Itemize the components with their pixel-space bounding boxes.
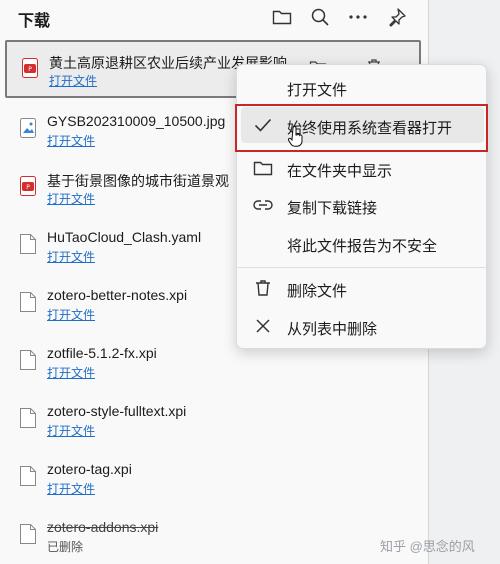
file-icon (20, 466, 36, 486)
link-icon (253, 195, 273, 215)
menu-item-remove-from-list[interactable]: 从列表中删除 (241, 308, 484, 344)
download-item[interactable]: zotero-style-fulltext.xpi 打开文件 (5, 392, 421, 450)
hand-cursor-icon (288, 126, 303, 147)
trash-icon (253, 278, 273, 298)
svg-text:P: P (28, 66, 32, 73)
open-file-link[interactable]: 打开文件 (47, 422, 95, 439)
menu-item-label: 打开文件 (287, 82, 348, 99)
pin-icon[interactable] (386, 6, 408, 28)
file-name: zotero-style-fulltext.xpi (47, 403, 187, 419)
annotation-highlight-box (235, 104, 488, 152)
panel-title: 下载 (18, 13, 51, 30)
file-icon (20, 408, 36, 428)
menu-item-label: 从列表中删除 (287, 321, 378, 338)
download-item[interactable]: zotero-tag.xpi 打开文件 (5, 450, 421, 508)
deleted-status: 已删除 (47, 540, 84, 554)
open-file-link[interactable]: 打开文件 (47, 132, 95, 149)
file-name: zotero-addons.xpi (47, 519, 159, 535)
open-file-link[interactable]: 打开文件 (47, 190, 95, 207)
close-icon (253, 316, 273, 336)
download-item[interactable]: zotero-addons.xpi 已删除 (5, 508, 421, 564)
svg-text:P: P (26, 184, 30, 191)
open-file-link[interactable]: 打开文件 (49, 72, 97, 89)
menu-item-label: 将此文件报告为不安全 (287, 238, 438, 255)
menu-separator (237, 267, 486, 268)
open-file-link[interactable]: 打开文件 (47, 306, 95, 323)
menu-item-delete-file[interactable]: 删除文件 (241, 270, 484, 306)
menu-item-label: 删除文件 (287, 283, 348, 300)
file-icon (20, 292, 36, 312)
menu-item-label: 在文件夹中显示 (287, 163, 393, 180)
folder-icon (253, 158, 273, 178)
menu-item-copy-download-link[interactable]: 复制下载链接 (241, 187, 484, 223)
open-file-link[interactable]: 打开文件 (47, 364, 95, 381)
file-icon (20, 350, 36, 370)
menu-item-label: 复制下载链接 (287, 200, 378, 217)
search-icon[interactable] (309, 6, 331, 28)
file-name: zotero-tag.xpi (47, 461, 132, 477)
pdf-file-icon: P (22, 58, 38, 78)
folder-icon[interactable] (271, 6, 293, 28)
file-icon (20, 524, 36, 544)
file-icon (20, 234, 36, 254)
pdf-file-icon: P (20, 176, 36, 196)
menu-item-show-in-folder[interactable]: 在文件夹中显示 (241, 150, 484, 186)
downloads-header: 下载 (0, 0, 428, 34)
watermark: 知乎 @思念的风 (380, 539, 475, 554)
open-file-link[interactable]: 打开文件 (47, 248, 95, 265)
image-file-icon (20, 118, 36, 138)
more-icon[interactable] (347, 6, 369, 28)
open-file-link[interactable]: 打开文件 (47, 480, 95, 497)
menu-item-report-unsafe[interactable]: 将此文件报告为不安全 (241, 225, 484, 261)
menu-item-open-file[interactable]: 打开文件 (241, 69, 484, 105)
